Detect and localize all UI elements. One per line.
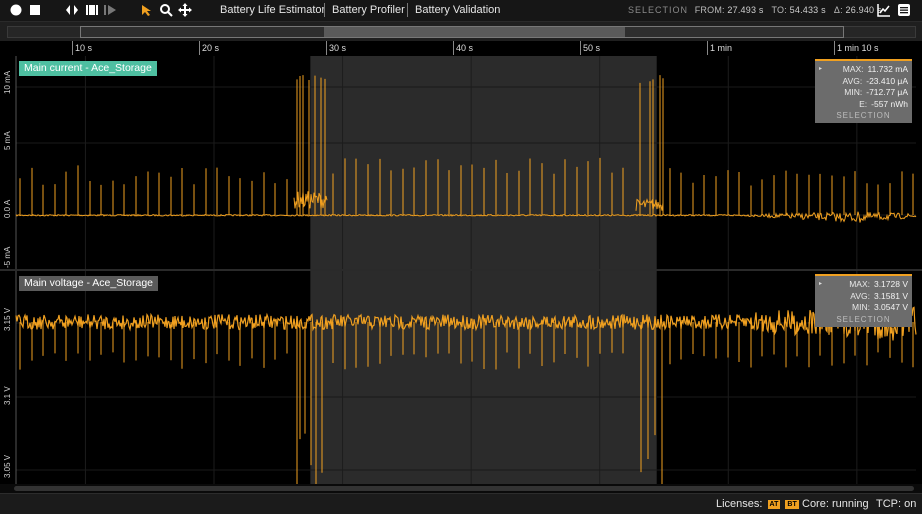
stat-max-label: MAX: [849,279,870,289]
tool-battery-validation[interactable]: Battery Validation [415,4,500,16]
selection-readout: SELECTION FROM: 27.493 s TO: 54.433 s Δ:… [628,5,882,15]
menu-icon[interactable] [896,2,912,18]
stat-min-value: -712.77 μA [866,87,908,97]
time-tick [72,41,73,55]
zoom-fit-icon[interactable] [84,2,100,18]
y-tick-label: 10 mA [3,70,12,94]
tcp-status: TCP: on [876,498,917,510]
collapse-arrow-icon[interactable]: ▸ [819,280,822,287]
toolbar: Battery Life Estimator Battery Profiler … [0,0,922,22]
horizontal-scrollbar[interactable] [0,484,922,493]
current-stats-panel: ▸ MAX: 11.732 mA AVG: -23.410 μA MIN: -712.… [815,59,912,123]
license-badge: AT [767,499,781,509]
time-tick-label: 10 s [75,43,93,53]
selection-region [310,56,657,269]
stat-avg-value: 3.1581 V [873,290,908,301]
overview-bar [0,22,922,41]
pointer-tool-icon[interactable] [139,2,155,18]
stat-avg-value: -23.410 μA [866,75,908,86]
stat-avg-label: AVG: [850,290,870,301]
current-trace-canvas[interactable] [0,56,922,269]
overview-track[interactable] [7,26,916,38]
chart-icon[interactable] [876,2,892,18]
stat-max-value: 11.732 mA [867,64,908,74]
y-tick-label: -5 mA [3,246,12,268]
tool-battery-life-estimator[interactable]: Battery Life Estimator [220,4,325,16]
stop-icon[interactable] [27,2,43,18]
time-tick-label: 1 min [710,43,733,53]
stat-min-label: MIN: [844,87,863,97]
y-tick-label: 5 mA [3,131,12,150]
y-tick-label: 3.15 V [3,307,12,331]
delta-label: Δ: [833,5,843,15]
time-tick-label: 40 s [456,43,474,53]
time-axis: 10 s 20 s 30 s 40 s 50 s 1 min 1 min 10 … [0,41,922,55]
selection-label: SELECTION [628,5,689,15]
stats-footer: SELECTION [836,111,891,120]
record-icon[interactable] [8,2,24,18]
stat-max-label: MAX: [842,64,864,74]
licenses-status: Licenses: AT BT [716,498,799,510]
current-plot[interactable]: 10 mA 5 mA 0.0 A -5 mA Main current - Ac… [0,56,922,269]
to-value: 54.433 s [789,5,826,15]
stat-avg-label: AVG: [842,75,863,86]
tool-battery-profiler[interactable]: Battery Profiler [332,4,405,16]
time-tick-label: 20 s [202,43,220,53]
voltage-plot[interactable]: 3.15 V 3.1 V 3.05 V Main voltage - Ace_S… [0,271,922,484]
current-channel-label[interactable]: Main current - Ace_Storage [19,61,157,76]
stat-min-value: 3.0547 V [873,302,908,312]
time-tick [199,41,200,55]
collapse-arrow-icon[interactable]: ▸ [819,65,822,72]
fit-horizontal-icon[interactable] [64,2,80,18]
time-tick-label: 50 s [583,43,601,53]
time-tick [834,41,835,55]
selection-region [310,271,657,484]
core-status: Core: running [802,498,869,510]
zoom-tool-icon[interactable] [158,2,174,18]
y-tick-label: 3.05 V [3,454,12,478]
stat-energy-value: -557 nWh [871,98,908,109]
time-tick-label: 1 min 10 s [837,43,879,53]
stat-energy-label: E: [859,98,868,109]
voltage-stats-panel: ▸ MAX: 3.1728 V AVG: 3.1581 V MIN: 3.0547 V… [815,274,912,327]
overview-selection [324,27,625,37]
from-value: 27.493 s [727,5,764,15]
y-tick-label: 3.1 V [3,386,12,405]
tool-separator [407,3,408,17]
scrollbar-thumb[interactable] [14,486,914,491]
license-badge: BT [785,499,799,509]
time-tick [580,41,581,55]
to-label: TO: [771,5,787,15]
tool-separator [324,3,325,17]
time-tick [326,41,327,55]
stats-footer: SELECTION [836,314,891,324]
time-tick [453,41,454,55]
play-icon[interactable] [102,2,118,18]
voltage-trace-canvas[interactable] [0,271,922,484]
voltage-channel-label[interactable]: Main voltage - Ace_Storage [19,276,158,291]
overview-window[interactable] [80,26,844,38]
stat-min-label: MIN: [852,302,870,312]
status-bar: Licenses: AT BT Core: running TCP: on [0,493,922,514]
time-tick-label: 30 s [329,43,347,53]
y-tick-label: 0.0 A [3,199,12,218]
licenses-label: Licenses: [716,498,763,510]
from-label: FROM: [694,5,725,15]
pan-tool-icon[interactable] [177,2,193,18]
stat-max-value: 3.1728 V [873,279,908,289]
time-tick [707,41,708,55]
